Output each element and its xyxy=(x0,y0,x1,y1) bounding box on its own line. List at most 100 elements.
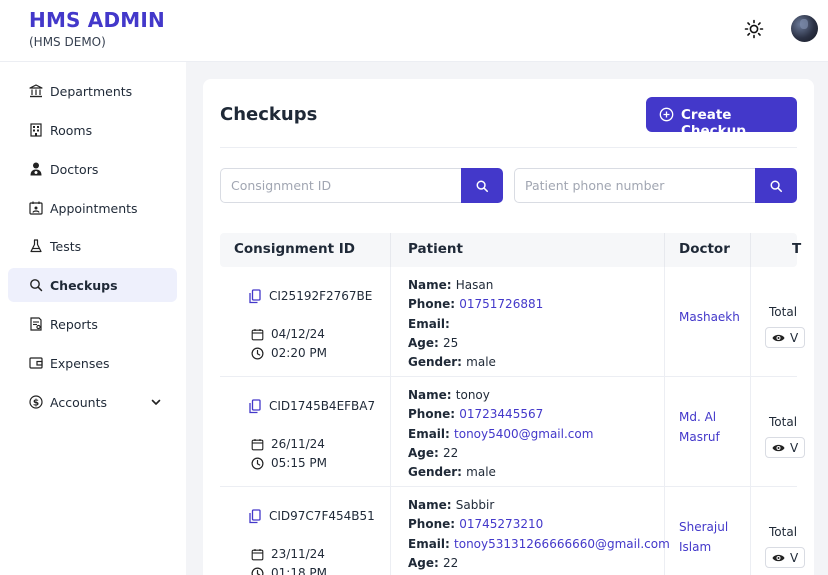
phone-link[interactable]: 01751726881 xyxy=(459,297,543,311)
email-link[interactable]: tonoy5400@gmail.com xyxy=(454,427,593,441)
patient-email: Email: tonoy5400@gmail.com xyxy=(408,427,594,441)
consignment-id: CID97C7F454B51 xyxy=(269,509,375,523)
sidebar-item-rooms[interactable]: Rooms xyxy=(8,113,177,147)
sidebar-item-appointments[interactable]: Appointments xyxy=(8,191,177,225)
sidebar-item-label: Rooms xyxy=(50,122,93,138)
phone-link[interactable]: 01745273210 xyxy=(459,517,543,531)
copy-icon[interactable] xyxy=(249,509,261,524)
sidebar-item-label: Expenses xyxy=(50,355,110,371)
email-link[interactable]: tonoy53131266666660@gmail.com xyxy=(454,537,670,551)
view-button[interactable]: V xyxy=(765,437,805,458)
eye-icon xyxy=(772,444,785,452)
user-avatar[interactable] xyxy=(791,15,818,42)
column-divider xyxy=(750,377,751,487)
sidebar-item-label: Checkups xyxy=(50,277,118,293)
plus-circle-icon xyxy=(659,107,674,122)
bank-icon xyxy=(29,84,43,98)
patient-phone-input[interactable] xyxy=(514,168,755,203)
checkups-card: Checkups Create Checkup Consignment ID P… xyxy=(203,79,814,575)
calendar-user-icon xyxy=(29,201,43,215)
checkup-date: 23/11/24 xyxy=(271,547,325,561)
create-checkup-label: Create Checkup xyxy=(681,107,746,139)
table-row[interactable]: CID97C7F454B51 23/11/24 01:18 PM Name: S… xyxy=(220,487,805,575)
doctor-link[interactable]: Md. Al Masruf xyxy=(679,407,749,447)
report-icon xyxy=(30,317,42,331)
patient-name: Name: Sabbir xyxy=(408,498,495,512)
column-divider xyxy=(390,233,391,267)
create-checkup-button[interactable]: Create Checkup xyxy=(646,97,797,139)
view-label: V xyxy=(790,441,799,455)
view-label: V xyxy=(790,551,799,565)
column-divider xyxy=(664,233,665,267)
phone-link[interactable]: 01723445567 xyxy=(459,407,543,421)
consignment-search-button[interactable] xyxy=(461,168,503,203)
column-divider xyxy=(750,233,751,267)
patient-age: Age: 22 xyxy=(408,556,459,570)
doctor-link[interactable]: Mashaekh xyxy=(679,307,749,327)
calendar-icon xyxy=(251,549,264,561)
view-button[interactable]: V xyxy=(765,327,805,348)
table-row[interactable]: CID1745B4EFBA7 26/11/24 05:15 PM Name: t… xyxy=(220,377,805,487)
copy-icon[interactable] xyxy=(249,289,261,304)
wallet-icon xyxy=(29,357,43,369)
app-subtitle: (HMS DEMO) xyxy=(29,35,106,49)
patient-age: Age: 22 xyxy=(408,446,459,460)
column-divider xyxy=(664,487,665,575)
total-label: Total xyxy=(769,415,798,429)
checkup-time: 05:15 PM xyxy=(271,456,327,470)
clock-icon xyxy=(251,567,264,575)
sidebar-item-accounts[interactable]: $ Accounts xyxy=(8,385,177,419)
sidebar-item-expenses[interactable]: Expenses xyxy=(8,346,177,380)
patient-gender: Gender: male xyxy=(408,465,496,479)
chevron-down-icon[interactable] xyxy=(150,396,162,408)
dollar-circle-icon: $ xyxy=(29,395,43,409)
patient-age: Age: 25 xyxy=(408,336,459,350)
search-icon xyxy=(30,279,43,292)
column-divider xyxy=(390,267,391,377)
doctor-link[interactable]: Sherajul Islam xyxy=(679,517,749,557)
patient-name: Name: Hasan xyxy=(408,278,494,292)
sidebar-item-label: Tests xyxy=(50,238,82,254)
sun-icon[interactable] xyxy=(744,19,764,39)
column-divider xyxy=(750,267,751,377)
divider xyxy=(220,147,797,148)
column-header-doctor: Doctor xyxy=(679,241,730,257)
view-label: V xyxy=(790,331,799,345)
checkup-date: 26/11/24 xyxy=(271,437,325,451)
column-header-total: T xyxy=(792,241,802,257)
checkup-time: 02:20 PM xyxy=(271,346,327,360)
sidebar-item-label: Reports xyxy=(50,316,98,332)
column-header-consignment: Consignment ID xyxy=(234,241,355,257)
page-title: Checkups xyxy=(220,104,318,125)
copy-icon[interactable] xyxy=(249,399,261,414)
patient-phone: Phone: 01745273210 xyxy=(408,517,544,531)
phone-search xyxy=(514,168,797,203)
column-divider xyxy=(664,377,665,487)
consignment-search xyxy=(220,168,503,203)
consignment-id: CI25192F2767BE xyxy=(269,289,373,303)
total-label: Total xyxy=(769,305,798,319)
table-row[interactable]: CI25192F2767BE 04/12/24 02:20 PM Name: H… xyxy=(220,267,805,377)
sidebar-item-label: Appointments xyxy=(50,200,138,216)
checkup-date: 04/12/24 xyxy=(271,327,325,341)
sidebar-item-label: Doctors xyxy=(50,161,99,177)
sidebar-item-departments[interactable]: Departments xyxy=(8,74,177,108)
sidebar-item-checkups[interactable]: Checkups xyxy=(8,268,177,302)
total-label: Total xyxy=(769,525,798,539)
view-button[interactable]: V xyxy=(765,547,805,568)
sidebar-item-doctors[interactable]: Doctors xyxy=(8,152,177,186)
sidebar-item-reports[interactable]: Reports xyxy=(8,307,177,341)
sidebar-item-label: Departments xyxy=(50,83,133,99)
patient-email: Email: xyxy=(408,317,450,331)
search-icon xyxy=(476,180,489,193)
eye-icon xyxy=(772,554,785,562)
table-header: Consignment ID Patient Doctor T xyxy=(220,233,801,267)
app-title: HMS ADMIN xyxy=(29,8,165,32)
consignment-id-input[interactable] xyxy=(220,168,461,203)
consignment-id: CID1745B4EFBA7 xyxy=(269,399,376,413)
column-divider xyxy=(390,487,391,575)
building-icon xyxy=(30,123,42,137)
phone-search-button[interactable] xyxy=(755,168,797,203)
sidebar-item-tests[interactable]: Tests xyxy=(8,229,177,263)
clock-icon xyxy=(251,457,264,470)
